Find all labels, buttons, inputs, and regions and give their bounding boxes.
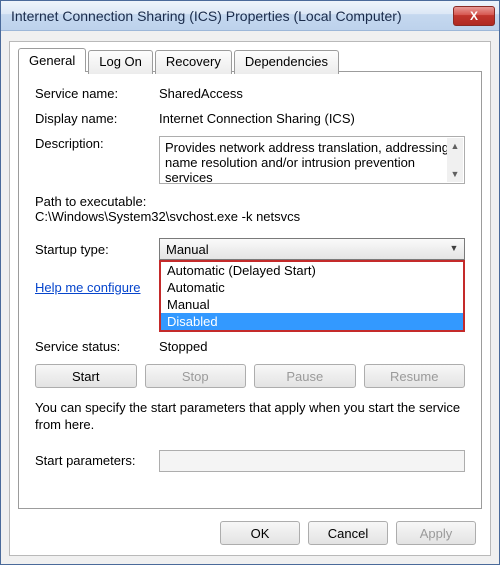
scroll-down-icon[interactable]: ▼ [447, 166, 463, 182]
scroll-up-icon[interactable]: ▲ [447, 138, 463, 154]
chevron-down-icon: ▼ [447, 241, 461, 255]
option-manual[interactable]: Manual [161, 296, 463, 313]
resume-button[interactable]: Resume [364, 364, 466, 388]
option-automatic-delayed[interactable]: Automatic (Delayed Start) [161, 262, 463, 279]
apply-button[interactable]: Apply [396, 521, 476, 545]
tab-strip: General Log On Recovery Dependencies [18, 48, 482, 72]
label-start-parameters: Start parameters: [35, 453, 159, 468]
close-icon: X [470, 10, 478, 22]
value-service-status: Stopped [159, 339, 207, 354]
titlebar[interactable]: Internet Connection Sharing (ICS) Proper… [1, 1, 499, 31]
tab-panel-general: Service name: SharedAccess Display name:… [18, 71, 482, 509]
close-button[interactable]: X [453, 6, 495, 26]
stop-button[interactable]: Stop [145, 364, 247, 388]
help-link[interactable]: Help me configure [35, 280, 141, 295]
pause-button[interactable]: Pause [254, 364, 356, 388]
tab-recovery[interactable]: Recovery [155, 50, 232, 74]
description-scrollbar[interactable]: ▲ ▼ [447, 138, 463, 182]
tab-general[interactable]: General [18, 48, 86, 72]
option-disabled[interactable]: Disabled [161, 313, 463, 330]
value-display-name: Internet Connection Sharing (ICS) [159, 111, 465, 126]
label-service-status: Service status: [35, 339, 159, 354]
description-text: Provides network address translation, ad… [165, 140, 453, 184]
startup-type-dropdown: Automatic (Delayed Start) Automatic Manu… [159, 260, 465, 332]
ok-button[interactable]: OK [220, 521, 300, 545]
label-path: Path to executable: [35, 194, 465, 209]
window-title: Internet Connection Sharing (ICS) Proper… [11, 8, 453, 24]
label-service-name: Service name: [35, 86, 159, 101]
start-parameters-input[interactable] [159, 450, 465, 472]
label-description: Description: [35, 136, 159, 151]
scroll-track[interactable] [447, 154, 463, 166]
label-startup-type: Startup type: [35, 242, 159, 257]
startup-type-value: Manual [166, 242, 209, 257]
option-automatic[interactable]: Automatic [161, 279, 463, 296]
value-service-name: SharedAccess [159, 86, 465, 101]
startup-type-select[interactable]: Manual ▼ Automatic (Delayed Start) Autom… [159, 238, 465, 260]
tab-logon[interactable]: Log On [88, 50, 153, 74]
cancel-button[interactable]: Cancel [308, 521, 388, 545]
client-area: General Log On Recovery Dependencies Ser… [9, 41, 491, 556]
start-button[interactable]: Start [35, 364, 137, 388]
description-box[interactable]: Provides network address translation, ad… [159, 136, 465, 184]
dialog-window: Internet Connection Sharing (ICS) Proper… [0, 0, 500, 565]
tab-dependencies[interactable]: Dependencies [234, 50, 339, 74]
dialog-footer: OK Cancel Apply [220, 521, 476, 545]
value-path: C:\Windows\System32\svchost.exe -k netsv… [35, 209, 465, 224]
note-text: You can specify the start parameters tha… [35, 400, 465, 434]
label-display-name: Display name: [35, 111, 159, 126]
